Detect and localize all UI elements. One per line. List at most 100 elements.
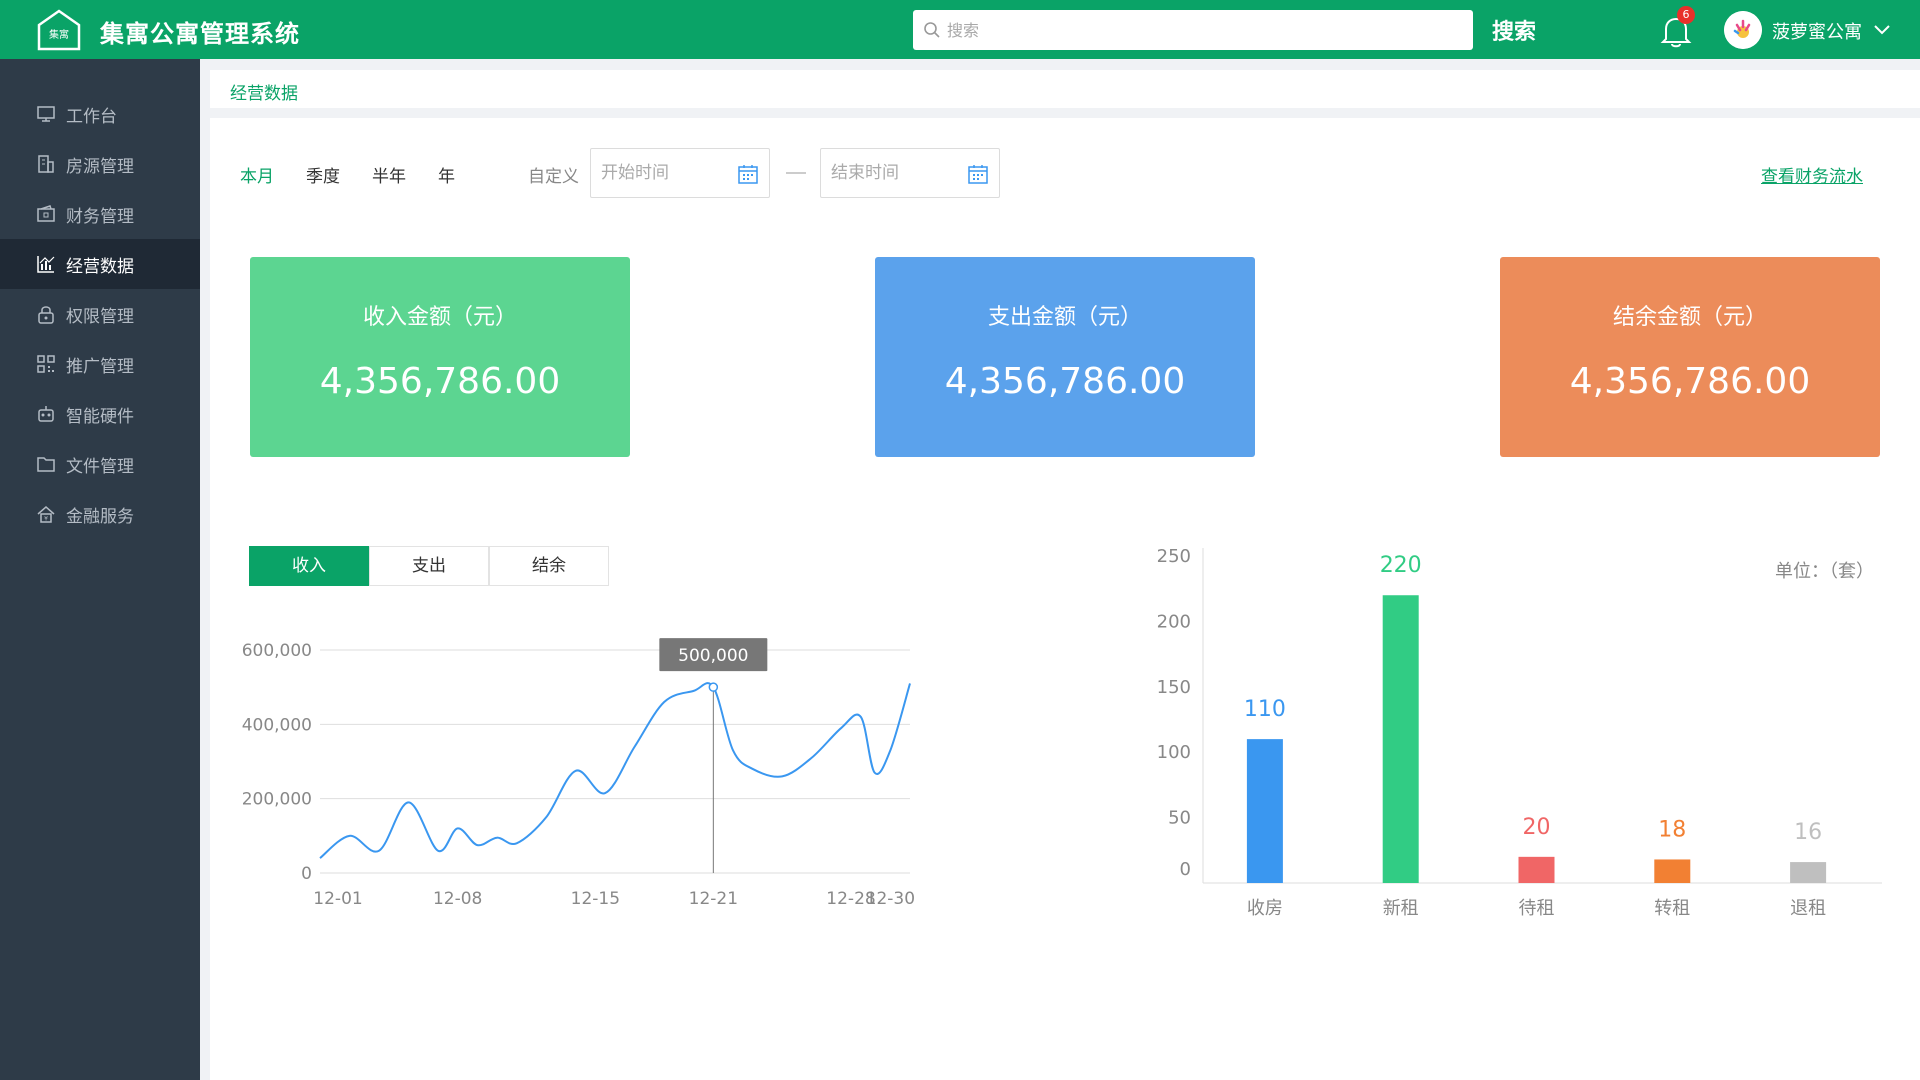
qrcode-icon bbox=[37, 355, 55, 373]
logo-icon[interactable]: 集寓 bbox=[37, 9, 81, 51]
income-series-line bbox=[319, 682, 911, 859]
period-tab-month[interactable]: 本月 bbox=[240, 162, 274, 187]
sidebar-item-label: 财务管理 bbox=[66, 206, 134, 227]
y-tick-label: 250 bbox=[1157, 548, 1191, 567]
bar-value-label: 16 bbox=[1794, 820, 1822, 845]
logo-text: 集寓 bbox=[49, 28, 69, 41]
x-tick-label: 12-30 bbox=[866, 889, 915, 909]
balance-card: 结余金额（元） 4,356,786.00 bbox=[1500, 257, 1880, 457]
sidebar-item-label: 文件管理 bbox=[66, 456, 134, 477]
house-finance-icon: ¥ bbox=[37, 506, 55, 523]
building-icon bbox=[38, 155, 54, 173]
x-tick-label: 12-01 bbox=[313, 889, 362, 909]
x-category-label: 新租 bbox=[1383, 898, 1419, 919]
expense-card-value: 4,356,786.00 bbox=[944, 361, 1186, 402]
bar bbox=[1654, 859, 1691, 883]
sidebar-item-label: 金融服务 bbox=[66, 506, 134, 527]
search-icon bbox=[924, 22, 940, 38]
bar bbox=[1790, 862, 1827, 883]
income-line-chart[interactable]: 0 200,000 400,000 600,000 12-01 12-08 12-15 12-… bbox=[210, 618, 930, 958]
sidebar-item-workbench[interactable]: 工作台 bbox=[0, 89, 200, 139]
period-tab-quarter[interactable]: 季度 bbox=[306, 162, 340, 187]
chart-tab-expense[interactable]: 支出 bbox=[369, 546, 489, 586]
bar-value-label: 110 bbox=[1244, 697, 1286, 722]
y-tick-label: 200 bbox=[1157, 611, 1191, 632]
y-tick-label: 0 bbox=[1180, 859, 1191, 880]
x-tick-label: 12-15 bbox=[571, 889, 620, 909]
search-input[interactable] bbox=[947, 10, 1457, 50]
x-tick-label: 12-21 bbox=[689, 889, 738, 909]
calendar-icon[interactable] bbox=[737, 163, 759, 185]
balance-card-label: 结余金额（元） bbox=[1612, 305, 1767, 330]
income-card-label: 收入金额（元） bbox=[362, 305, 517, 330]
bar-value-label: 220 bbox=[1380, 553, 1422, 578]
chart-tabs: 收入 支出 结余 bbox=[249, 546, 609, 586]
y-tick-label: 100 bbox=[1157, 742, 1191, 763]
sidebar-item-label: 智能硬件 bbox=[66, 406, 134, 427]
x-category-label: 转租 bbox=[1654, 898, 1690, 919]
sidebar-item-smart-hardware[interactable]: 智能硬件 bbox=[0, 389, 200, 439]
end-date-field[interactable] bbox=[820, 148, 1000, 198]
x-tick-label: 12-08 bbox=[433, 889, 482, 909]
y-tick-label: 0 bbox=[301, 864, 312, 884]
bar-value-label: 18 bbox=[1658, 817, 1686, 842]
svg-text:¥: ¥ bbox=[44, 516, 48, 523]
breadcrumb-current[interactable]: 经营数据 bbox=[230, 79, 298, 104]
search-button[interactable]: 搜索 bbox=[1492, 14, 1536, 46]
monitor-icon bbox=[37, 106, 55, 122]
sidebar-item-label: 经营数据 bbox=[66, 256, 134, 277]
start-date-field[interactable] bbox=[590, 148, 770, 198]
robot-icon bbox=[38, 406, 54, 422]
sidebar-item-label: 工作台 bbox=[66, 106, 117, 127]
chevron-down-icon[interactable] bbox=[1872, 20, 1892, 40]
date-range-dash bbox=[786, 172, 806, 174]
y-tick-label: 200,000 bbox=[242, 790, 312, 810]
sidebar-item-promotion[interactable]: 推广管理 bbox=[0, 339, 200, 389]
bar bbox=[1518, 856, 1555, 883]
calendar-icon[interactable] bbox=[967, 163, 989, 185]
y-tick-label: 600,000 bbox=[242, 641, 312, 661]
notification-badge: 6 bbox=[1677, 6, 1695, 24]
view-financial-flow-link[interactable]: 查看财务流水 bbox=[1761, 162, 1863, 187]
housing-bar-chart[interactable]: 0 50 100 150 200 250 单位：（套） 110 收房 220 新租 20 待租 18 转租 1… bbox=[1090, 548, 1920, 968]
tooltip-point bbox=[708, 682, 719, 692]
expense-card-label: 支出金额（元） bbox=[987, 305, 1142, 330]
user-name[interactable]: 菠萝蜜公寓 bbox=[1772, 18, 1862, 44]
bar-value-label: 20 bbox=[1523, 815, 1551, 840]
start-date-input[interactable] bbox=[601, 149, 731, 197]
unit-label: 单位：（套） bbox=[1775, 561, 1874, 582]
sidebar-item-business-data[interactable]: 经营数据 bbox=[0, 239, 200, 289]
sidebar: 工作台 房源管理 财务管理 经营数据 权限管理 推广管理 智能硬件 文件管理 ¥… bbox=[0, 59, 200, 1080]
chart-tab-balance[interactable]: 结余 bbox=[489, 546, 609, 586]
tooltip-label: 500,000 bbox=[678, 646, 748, 666]
lock-icon bbox=[38, 306, 54, 324]
folder-icon bbox=[37, 457, 55, 472]
sidebar-item-housing[interactable]: 房源管理 bbox=[0, 139, 200, 189]
search-box[interactable] bbox=[913, 10, 1473, 50]
x-category-label: 退租 bbox=[1790, 898, 1826, 919]
y-tick-label: 400,000 bbox=[242, 715, 312, 735]
main-panel: 本月 季度 半年 年 自定义 查看财务流水 收入金额（元） 4,356,786.… bbox=[210, 118, 1920, 1080]
sidebar-item-permissions[interactable]: 权限管理 bbox=[0, 289, 200, 339]
sidebar-item-finance[interactable]: 财务管理 bbox=[0, 189, 200, 239]
y-tick-label: 50 bbox=[1168, 808, 1191, 829]
x-category-label: 待租 bbox=[1519, 898, 1555, 919]
period-tab-half-year[interactable]: 半年 bbox=[372, 162, 406, 187]
top-bar: 集寓 集寓公寓管理系统 搜索 6 菠萝蜜公寓 bbox=[0, 0, 1920, 59]
wallet-icon bbox=[37, 205, 55, 222]
sidebar-item-files[interactable]: 文件管理 bbox=[0, 439, 200, 489]
custom-range-label: 自定义 bbox=[528, 167, 579, 187]
sidebar-item-financial-services[interactable]: ¥ 金融服务 bbox=[0, 489, 200, 539]
chart-tab-income[interactable]: 收入 bbox=[249, 546, 369, 586]
expense-card: 支出金额（元） 4,356,786.00 bbox=[875, 257, 1255, 457]
income-card: 收入金额（元） 4,356,786.00 bbox=[250, 257, 630, 457]
bar bbox=[1382, 595, 1419, 883]
income-card-value: 4,356,786.00 bbox=[319, 361, 561, 402]
app-title: 集寓公寓管理系统 bbox=[100, 20, 300, 48]
sidebar-item-label: 推广管理 bbox=[66, 356, 134, 377]
avatar[interactable] bbox=[1724, 11, 1762, 49]
x-category-label: 收房 bbox=[1247, 898, 1283, 919]
end-date-input[interactable] bbox=[831, 149, 961, 197]
period-tab-year[interactable]: 年 bbox=[438, 162, 455, 187]
y-tick-label: 150 bbox=[1157, 677, 1191, 698]
